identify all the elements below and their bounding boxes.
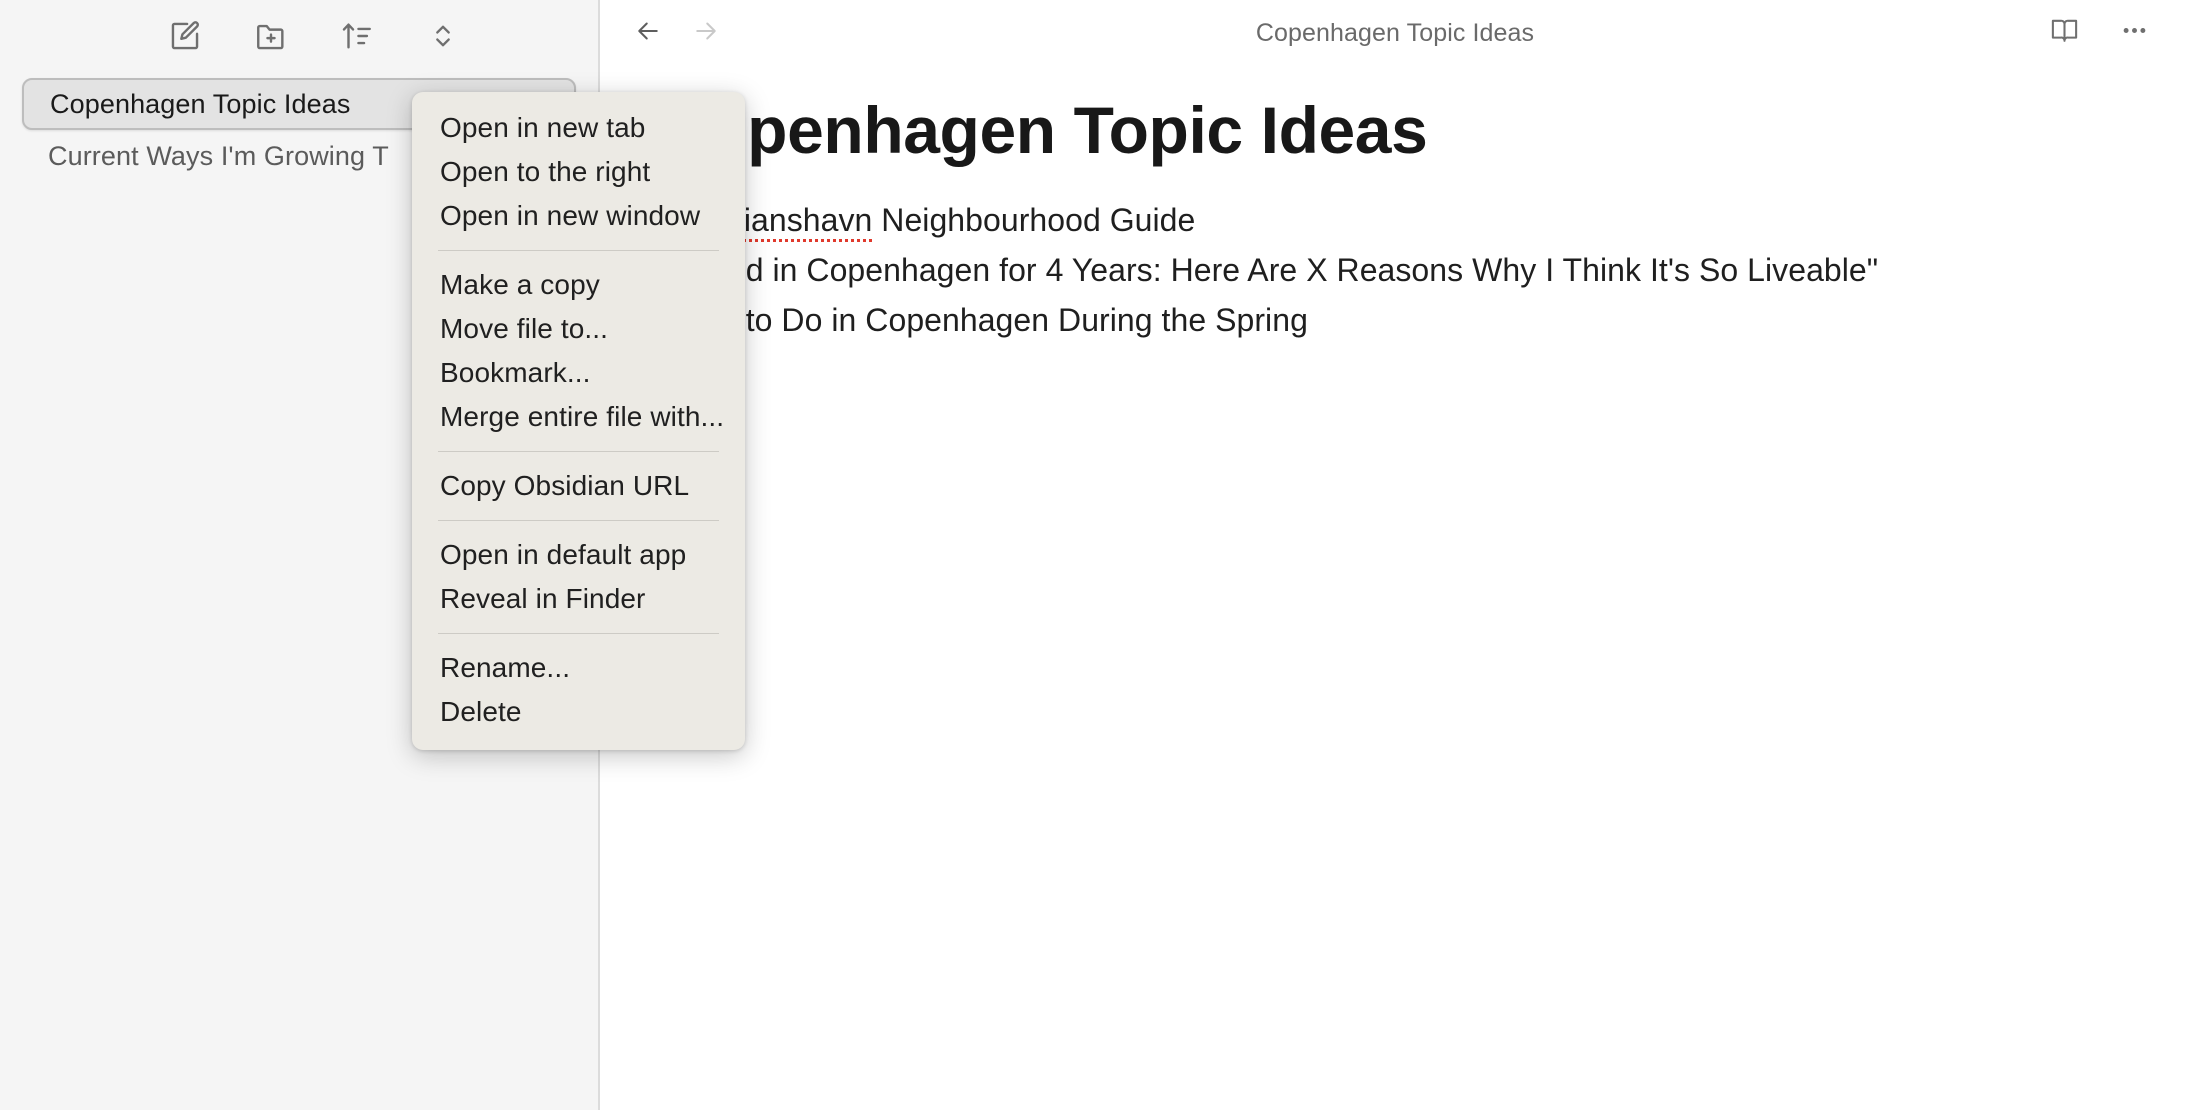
menu-item-delete[interactable]: Delete xyxy=(412,690,745,734)
view-header-title: Copenhagen Topic Ideas xyxy=(1255,18,1535,47)
back-button[interactable] xyxy=(626,11,670,55)
view-actions xyxy=(2042,11,2156,55)
collapse-expand-icon xyxy=(426,19,460,53)
note-line: e Lived in Copenhagen for 4 Years: Here … xyxy=(660,251,1879,288)
menu-separator xyxy=(438,451,719,452)
menu-item-merge-entire-file-with[interactable]: Merge entire file with... xyxy=(412,395,745,439)
reading-view-button[interactable] xyxy=(2042,11,2086,55)
menu-item-open-in-new-window[interactable]: Open in new window xyxy=(412,194,745,238)
note-line: Christianshavn Neighbourhood Guide xyxy=(660,201,2130,242)
menu-item-rename[interactable]: Rename... xyxy=(412,646,745,690)
note-line-text: Neighbourhood Guide xyxy=(872,201,1196,238)
book-open-icon xyxy=(2049,15,2080,51)
note-title: Copenhagen Topic Ideas xyxy=(660,93,1428,167)
collapse-expand-button[interactable] xyxy=(420,13,466,59)
note-content[interactable]: Copenhagen Topic Ideas Christianshavn Ne… xyxy=(600,66,2190,338)
note-line: hings to Do in Copenhagen During the Spr… xyxy=(660,301,1308,338)
editor-pane: Copenhagen Topic Ideas Copenhagen Topic … xyxy=(600,0,2190,1110)
menu-item-open-to-the-right[interactable]: Open to the right xyxy=(412,150,745,194)
arrow-left-icon xyxy=(633,16,663,51)
view-header: Copenhagen Topic Ideas xyxy=(600,0,2190,66)
sort-order-button[interactable] xyxy=(334,13,380,59)
new-folder-button[interactable] xyxy=(248,13,294,59)
new-note-button[interactable] xyxy=(162,13,208,59)
sort-icon xyxy=(340,19,374,53)
file-explorer-toolbar xyxy=(0,0,598,72)
menu-item-copy-obsidian-url[interactable]: Copy Obsidian URL xyxy=(412,464,745,508)
file-context-menu: Open in new tab Open to the right Open i… xyxy=(412,92,745,750)
file-item-label: Copenhagen Topic Ideas xyxy=(50,88,351,119)
menu-separator xyxy=(438,633,719,634)
menu-separator xyxy=(438,520,719,521)
forward-button[interactable] xyxy=(684,11,728,55)
menu-item-open-in-default-app[interactable]: Open in default app xyxy=(412,533,745,577)
file-item-label: Current Ways I'm Growing T xyxy=(48,140,389,171)
menu-item-move-file-to[interactable]: Move file to... xyxy=(412,307,745,351)
more-options-button[interactable] xyxy=(2112,11,2156,55)
new-note-icon xyxy=(168,19,202,53)
menu-item-make-a-copy[interactable]: Make a copy xyxy=(412,263,745,307)
obsidian-window: Copenhagen Topic Ideas Current Ways I'm … xyxy=(0,0,2190,1110)
menu-item-reveal-in-finder[interactable]: Reveal in Finder xyxy=(412,577,745,621)
navigation-arrows xyxy=(626,11,728,55)
new-folder-icon xyxy=(254,19,288,53)
arrow-right-icon xyxy=(691,16,721,51)
menu-separator xyxy=(438,250,719,251)
menu-item-open-in-new-tab[interactable]: Open in new tab xyxy=(412,106,745,150)
menu-item-bookmark[interactable]: Bookmark... xyxy=(412,351,745,395)
ellipsis-horizontal-icon xyxy=(2119,15,2150,51)
